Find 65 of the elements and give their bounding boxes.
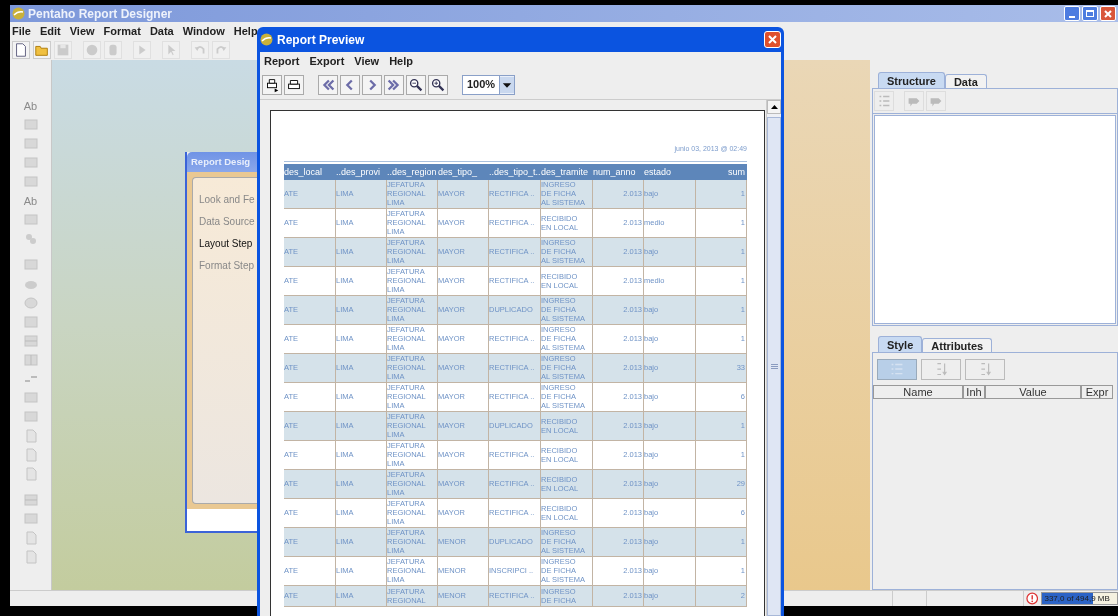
app-logo-icon xyxy=(260,33,273,46)
column-header: sum xyxy=(727,165,746,179)
menu-item[interactable]: Export xyxy=(309,52,345,70)
menu-item[interactable]: File xyxy=(12,22,31,40)
window-title: Pentaho Report Designer xyxy=(28,5,173,23)
minimize-button[interactable] xyxy=(1064,6,1080,21)
grip-icon xyxy=(770,364,778,369)
warning-icon xyxy=(1026,592,1039,605)
column-header: estado xyxy=(644,165,673,179)
column-header: ..des_tipo_t.. xyxy=(489,165,541,179)
field-tool-icon[interactable] xyxy=(22,257,39,273)
menu-item[interactable]: Window xyxy=(182,22,225,40)
menu-item[interactable]: Report xyxy=(264,52,300,70)
column-header[interactable]: Inh xyxy=(963,385,985,399)
field-tool-icon[interactable] xyxy=(22,511,39,527)
zoom-in-icon[interactable] xyxy=(428,74,448,95)
printer-icon[interactable] xyxy=(284,74,304,95)
close-button[interactable] xyxy=(764,31,781,48)
field-tool-icon[interactable] xyxy=(22,155,39,171)
folder-icon[interactable] xyxy=(33,41,51,59)
menu-item[interactable]: Help xyxy=(233,22,258,40)
panel-tab[interactable]: Structure xyxy=(878,72,945,88)
up-arrow-icon xyxy=(770,105,778,109)
field-tool-icon[interactable] xyxy=(22,409,39,425)
field-tool-icon[interactable] xyxy=(22,212,39,228)
field-tool-icon[interactable] xyxy=(22,136,39,152)
column-header[interactable]: Expr xyxy=(1081,385,1113,399)
menu-item[interactable]: Edit xyxy=(39,22,61,40)
close-icon xyxy=(768,35,777,44)
dialog-title: Report Desig xyxy=(191,154,251,169)
wizard-step[interactable]: Layout Step xyxy=(199,236,257,251)
close-button[interactable] xyxy=(1100,6,1116,21)
new-document-icon[interactable] xyxy=(12,41,30,59)
menu-item[interactable]: Help xyxy=(389,52,413,70)
list-icon[interactable] xyxy=(877,358,917,380)
close-icon xyxy=(1104,9,1112,18)
column-header: ..des_provi xyxy=(336,165,382,179)
panel-tab[interactable]: Data xyxy=(944,74,987,88)
column-header: des_local xyxy=(284,165,324,179)
app-logo-icon xyxy=(12,7,25,20)
column-header[interactable]: Name xyxy=(873,385,963,399)
column-header: des_tipo_ xyxy=(438,165,479,179)
column-header: ..des_region xyxy=(387,165,438,179)
menu-item[interactable]: View xyxy=(69,22,95,40)
field-tool-icon[interactable] xyxy=(22,174,39,190)
ellipse-icon[interactable] xyxy=(22,295,39,311)
panel-tab[interactable]: Style xyxy=(878,336,923,352)
dropdown-arrow-icon xyxy=(499,75,515,94)
field-tool-icon[interactable] xyxy=(22,390,39,406)
field-tool-icon[interactable] xyxy=(22,117,39,133)
column-header: des_tramite xyxy=(541,165,590,179)
zoom-dropdown[interactable]: 100% xyxy=(462,74,516,95)
button-bar xyxy=(187,509,257,531)
maximize-button[interactable] xyxy=(1082,6,1098,21)
window-title: Report Preview xyxy=(277,31,365,49)
menu-item[interactable]: View xyxy=(354,52,380,70)
menu-item[interactable]: Format xyxy=(103,22,141,40)
rectangle-icon[interactable] xyxy=(22,314,39,330)
sort-ascending-icon[interactable] xyxy=(921,358,961,380)
zoom-out-icon[interactable] xyxy=(406,74,426,95)
column-header[interactable]: Value xyxy=(985,385,1081,399)
panel-tab[interactable]: Attributes xyxy=(922,338,993,352)
menu-item[interactable]: Data xyxy=(149,22,174,40)
column-header: num_anno xyxy=(593,165,637,179)
scroll-up-button[interactable] xyxy=(767,100,781,114)
